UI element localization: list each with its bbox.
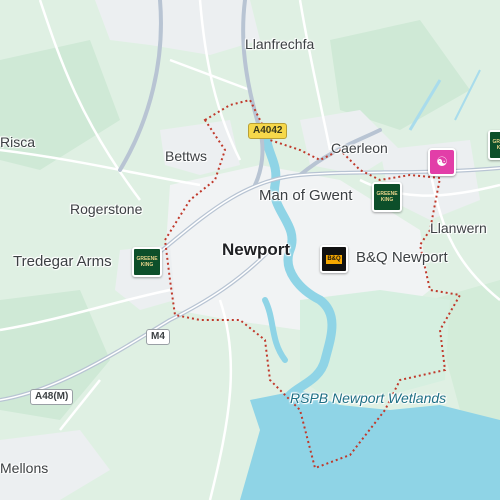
map-canvas[interactable]: Llanfrechfa Risca Bettws Caerleon Rogers…: [0, 0, 500, 500]
place-newport[interactable]: Newport: [222, 240, 290, 260]
pub-icon[interactable]: GREENEKING: [488, 130, 500, 160]
place-llanwern[interactable]: Llanwern: [430, 220, 487, 236]
pub-icon[interactable]: GREENEKING: [372, 182, 402, 212]
place-mellons[interactable]: Mellons: [0, 460, 48, 476]
poi-wetlands[interactable]: RSPB Newport Wetlands: [290, 389, 446, 407]
road-shield-m4: M4: [146, 329, 170, 345]
hotel-icon[interactable]: ☯: [428, 148, 456, 176]
place-bettws[interactable]: Bettws: [165, 148, 207, 164]
road-shield-a4042: A4042: [248, 123, 288, 139]
poi-tredegar-arms[interactable]: Tredegar Arms: [13, 253, 112, 270]
road-shield-a48m: A48(M): [30, 389, 74, 405]
store-icon[interactable]: B&Q: [320, 245, 348, 273]
poi-bq-newport[interactable]: B&Q Newport: [356, 249, 448, 266]
place-risca[interactable]: Risca: [0, 134, 35, 150]
place-caerleon[interactable]: Caerleon: [331, 140, 388, 156]
place-rogerstone[interactable]: Rogerstone: [70, 201, 142, 217]
pub-icon[interactable]: GREENEKING: [132, 247, 162, 277]
poi-man-of-gwent[interactable]: Man of Gwent: [259, 187, 352, 204]
place-llanfrechfa[interactable]: Llanfrechfa: [245, 36, 314, 52]
